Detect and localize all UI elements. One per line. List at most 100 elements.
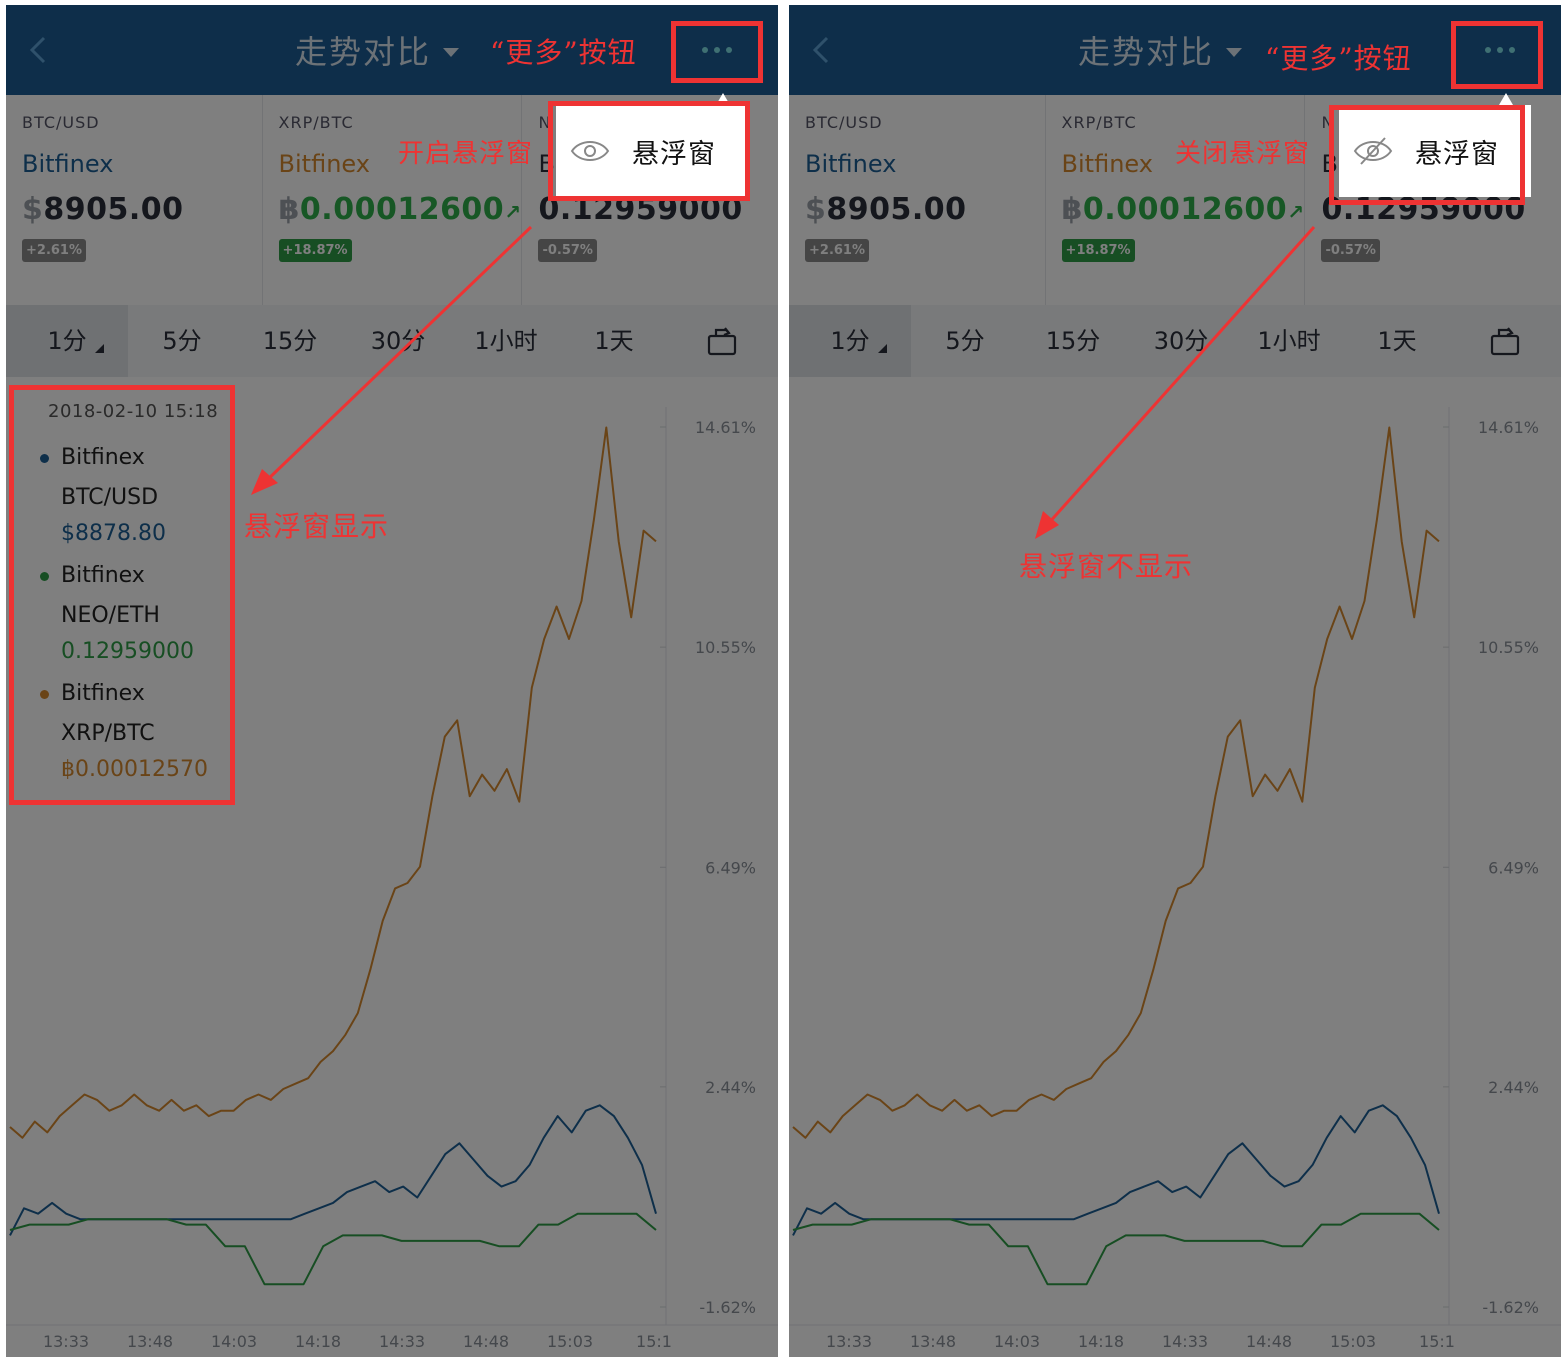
rotate-screen-icon[interactable] xyxy=(706,325,738,357)
price-value: 0.00012600 xyxy=(299,192,505,227)
x-tick-label: 14:18 xyxy=(1078,1332,1124,1351)
y-tick-label: 14.61% xyxy=(1478,418,1539,437)
tab-1min[interactable]: 1分 xyxy=(789,305,911,377)
price-symbol: ฿ xyxy=(278,192,300,227)
tab-5min[interactable]: 5分 xyxy=(911,305,1019,377)
tab-1hour[interactable]: 1小时 xyxy=(1235,305,1343,377)
title-dropdown-caret-icon[interactable] xyxy=(443,47,459,57)
ticker-card-btc-usd[interactable]: BTC/USD Bitfinex $8905.00 +2.61% xyxy=(6,95,263,305)
x-tick-label: 15:1 xyxy=(636,1332,672,1351)
series-line-neo-eth xyxy=(792,1212,1440,1286)
ticker-price: ฿0.00012600↗ xyxy=(279,192,522,227)
ticker-card-xrp-btc[interactable]: XRP/BTC Bitfinex ฿0.00012600↗ +18.87% xyxy=(263,95,523,305)
interval-tabs: 1分 5分 15分 30分 1小时 1天 xyxy=(789,305,1561,377)
tab-15min[interactable]: 15分 xyxy=(236,305,344,377)
price-symbol: ฿ xyxy=(1061,192,1083,227)
tab-30min[interactable]: 30分 xyxy=(344,305,452,377)
ticker-exchange: Bitfinex xyxy=(22,150,114,178)
price-symbol: $ xyxy=(805,192,827,227)
x-tick-label: 13:33 xyxy=(826,1332,872,1351)
more-button-highlight xyxy=(671,21,763,83)
tab-label: 1分 xyxy=(47,327,87,355)
y-tick-label: -1.62% xyxy=(699,1298,756,1317)
x-tick-label: 14:03 xyxy=(994,1332,1040,1351)
series-line-xrp-btc xyxy=(792,426,1440,1139)
page-title[interactable]: 走势对比 xyxy=(1078,27,1214,73)
price-value: 0.00012600 xyxy=(1082,192,1288,227)
price-value: 8905.00 xyxy=(43,192,184,227)
ticker-pair: XRP/BTC xyxy=(1061,113,1137,132)
price-value: 8905.00 xyxy=(826,192,967,227)
tab-1day[interactable]: 1天 xyxy=(560,305,668,377)
y-tick-label: 6.49% xyxy=(1488,858,1539,877)
interval-tabs: 1分 5分 15分 30分 1小时 1天 xyxy=(6,305,778,377)
ticker-price: ฿0.00012600↗ xyxy=(1062,192,1305,227)
tab-corner-indicator-icon xyxy=(95,344,104,353)
series-line-neo-eth xyxy=(9,1212,657,1286)
x-tick-label: 14:33 xyxy=(379,1332,425,1351)
ticker-pair: BTC/USD xyxy=(805,113,883,132)
tooltip-highlight xyxy=(9,385,235,805)
y-tick-label: 6.49% xyxy=(705,858,756,877)
y-tick-label: 2.44% xyxy=(705,1078,756,1097)
tab-30min[interactable]: 30分 xyxy=(1127,305,1235,377)
trend-arrow-icon: ↗ xyxy=(1287,200,1305,224)
x-tick-label: 15:03 xyxy=(547,1332,593,1351)
change-badge: -0.57% xyxy=(538,239,597,262)
ticker-card-xrp-btc[interactable]: XRP/BTC Bitfinex ฿0.00012600↗ +18.87% xyxy=(1046,95,1306,305)
y-tick-label: -1.62% xyxy=(1482,1298,1539,1317)
y-tick-label: 2.44% xyxy=(1488,1078,1539,1097)
popup-highlight xyxy=(1329,105,1525,205)
x-tick-label: 13:48 xyxy=(910,1332,956,1351)
rotate-screen-icon[interactable] xyxy=(1489,325,1521,357)
ticker-price: $8905.00 xyxy=(22,192,262,227)
more-button-highlight xyxy=(1451,21,1543,89)
y-tick-label: 10.55% xyxy=(695,638,756,657)
comparison-chart[interactable]: 14.61% 10.55% 6.49% 2.44% -1.62% 13:33 13:48 14… xyxy=(789,377,1561,1357)
annotation-result: 悬浮窗显示 xyxy=(244,510,390,543)
x-tick-label: 14:18 xyxy=(295,1332,341,1351)
x-tick-label: 15:1 xyxy=(1419,1332,1455,1351)
ticker-exchange: Bitfinex xyxy=(805,150,897,178)
app-header: 走势对比 xyxy=(789,5,1561,95)
x-tick-label: 15:03 xyxy=(1330,1332,1376,1351)
x-tick-label: 14:48 xyxy=(463,1332,509,1351)
annotation-result: 悬浮窗不显示 xyxy=(1019,550,1194,583)
app-header: 走势对比 xyxy=(6,5,778,95)
annotation-toggle: 关闭悬浮窗 xyxy=(1175,139,1311,169)
ticker-card-btc-usd[interactable]: BTC/USD Bitfinex $8905.00 +2.61% xyxy=(789,95,1046,305)
tab-5min[interactable]: 5分 xyxy=(128,305,236,377)
price-symbol: $ xyxy=(22,192,44,227)
tab-1hour[interactable]: 1小时 xyxy=(452,305,560,377)
x-tick-label: 14:48 xyxy=(1246,1332,1292,1351)
change-badge: -0.57% xyxy=(1321,239,1380,262)
annotation-more-button: “更多”按钮 xyxy=(490,36,637,69)
tab-1min[interactable]: 1分 xyxy=(6,305,128,377)
popup-highlight xyxy=(548,101,750,201)
line-chart-svg[interactable]: 14.61% 10.55% 6.49% 2.44% -1.62% 13:33 13:48 14… xyxy=(789,377,1561,1357)
change-badge: +18.87% xyxy=(278,239,352,262)
ticker-pair: BTC/USD xyxy=(22,113,100,132)
change-badge: +2.61% xyxy=(805,239,869,262)
annotation-more-button: “更多”按钮 xyxy=(1265,42,1412,75)
series-line-btc-usd xyxy=(792,1104,1440,1236)
ticker-pair: XRP/BTC xyxy=(278,113,354,132)
y-tick-label: 10.55% xyxy=(1478,638,1539,657)
y-tick-label: 14.61% xyxy=(695,418,756,437)
change-badge: +2.61% xyxy=(22,239,86,262)
left-screenshot-panel: 走势对比 BTC/USD Bitfinex $8905.00 +2.61% XR… xyxy=(6,5,778,1357)
tab-label: 1分 xyxy=(830,327,870,355)
tab-corner-indicator-icon xyxy=(878,344,887,353)
page-title[interactable]: 走势对比 xyxy=(295,27,431,73)
tab-15min[interactable]: 15分 xyxy=(1019,305,1127,377)
x-tick-label: 13:48 xyxy=(127,1332,173,1351)
tab-1day[interactable]: 1天 xyxy=(1343,305,1451,377)
x-tick-label: 14:33 xyxy=(1162,1332,1208,1351)
right-screenshot-panel: 走势对比 BTC/USD Bitfinex $8905.00 +2.61% XR… xyxy=(789,5,1561,1357)
series-line-btc-usd xyxy=(9,1104,657,1236)
ticker-price: $8905.00 xyxy=(805,192,1045,227)
x-tick-label: 14:03 xyxy=(211,1332,257,1351)
trend-arrow-icon: ↗ xyxy=(504,200,522,224)
change-badge: +18.87% xyxy=(1061,239,1135,262)
title-dropdown-caret-icon[interactable] xyxy=(1226,47,1242,57)
